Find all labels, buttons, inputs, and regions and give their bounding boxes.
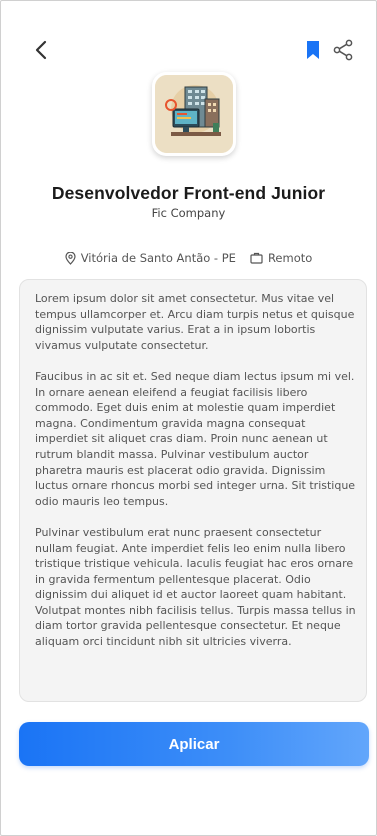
location-info: Vitória de Santo Antão - PE	[65, 251, 236, 265]
description-paragraph: Faucibus in ac sit et. Sed neque diam le…	[35, 369, 356, 508]
description-paragraph: Pulvinar vestibulum erat nunc praesent c…	[35, 525, 356, 649]
back-button[interactable]	[30, 38, 54, 62]
company-logo-card	[152, 72, 236, 156]
bookmark-button[interactable]	[305, 40, 321, 60]
description-paragraph: Lorem ipsum dolor sit amet consectetur. …	[35, 292, 355, 352]
work-mode-info: Remoto	[250, 251, 312, 265]
top-bar	[0, 36, 377, 66]
bookmark-icon	[307, 41, 319, 59]
location-text: Vitória de Santo Antão - PE	[80, 251, 236, 265]
map-pin-icon	[65, 251, 76, 265]
briefcase-icon	[250, 252, 263, 264]
chevron-left-icon	[35, 40, 47, 60]
job-meta: Vitória de Santo Antão - PE Remoto	[0, 249, 377, 267]
apply-button[interactable]: Aplicar	[19, 722, 369, 766]
job-title: Desenvolvedor Front-end Junior	[51, 183, 326, 203]
job-description: Lorem ipsum dolor sit amet consectetur. …	[19, 279, 367, 702]
company-name: Fic Company	[151, 206, 226, 220]
work-mode-text: Remoto	[267, 251, 313, 265]
share-icon	[333, 39, 353, 61]
share-button[interactable]	[332, 39, 354, 61]
company-logo	[155, 75, 233, 153]
